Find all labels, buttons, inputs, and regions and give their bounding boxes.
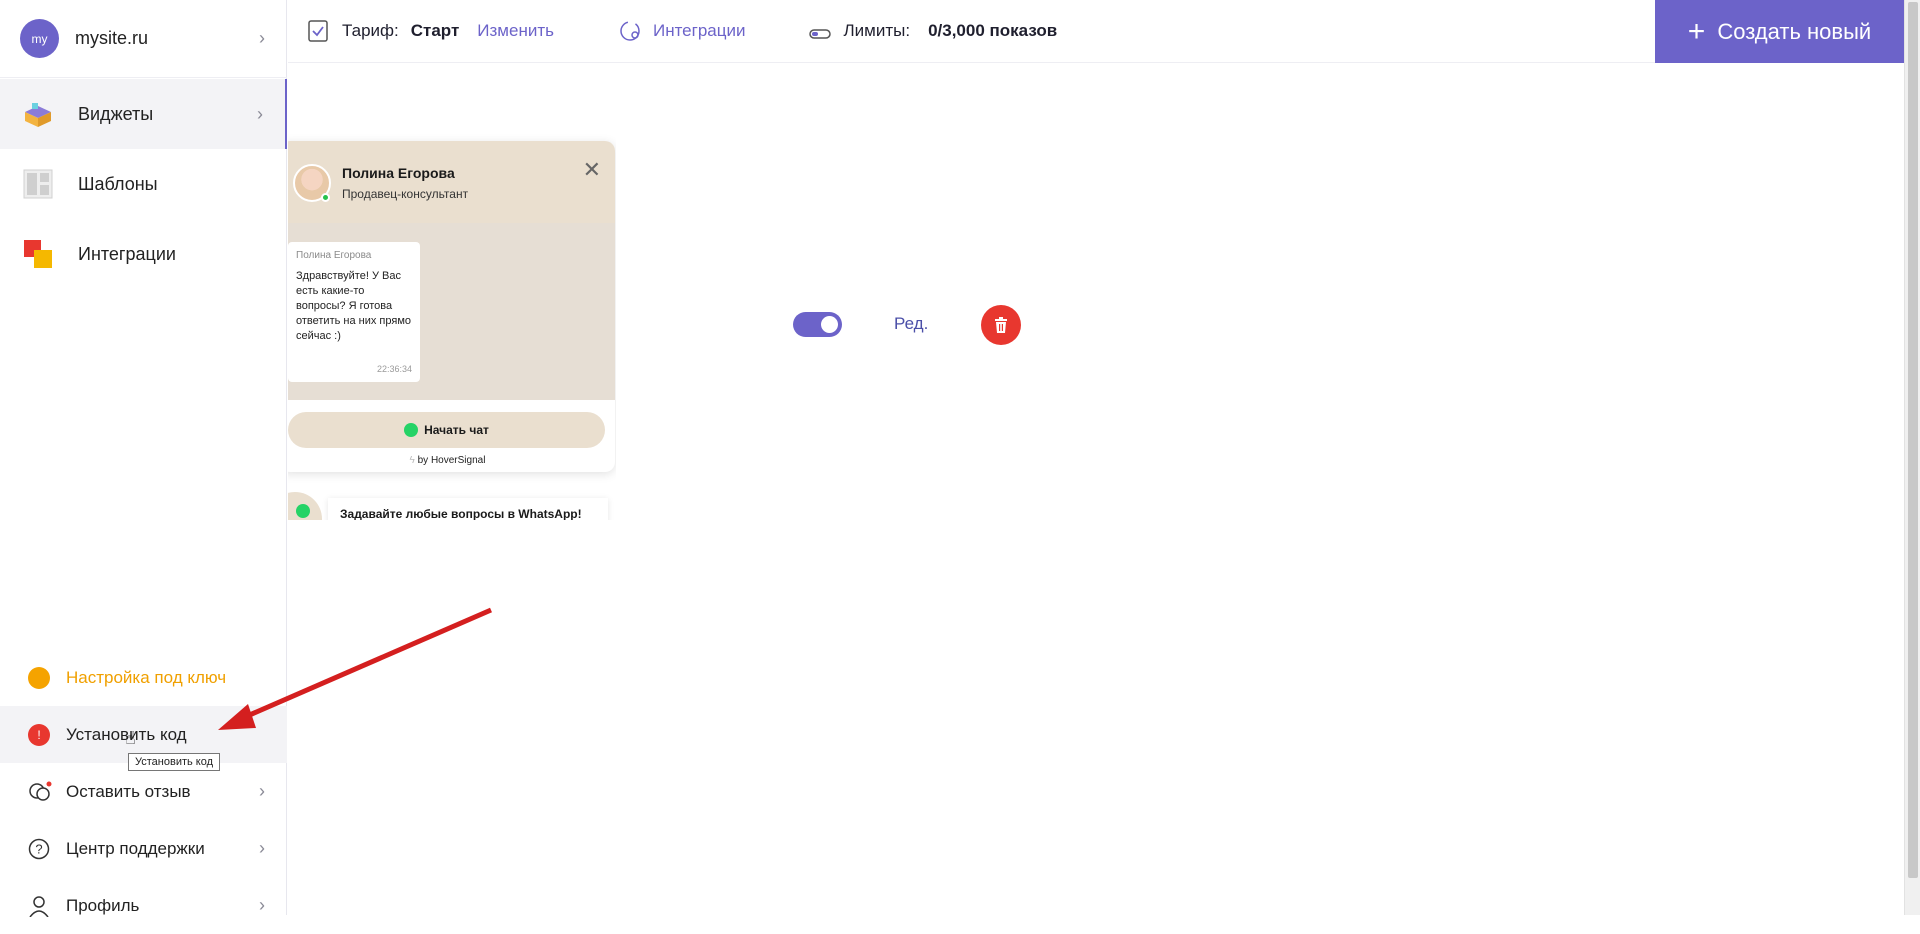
sidebar-item-label: Виджеты — [78, 103, 154, 124]
tariff-value: Старт — [410, 21, 460, 40]
limits-icon — [809, 25, 832, 39]
svg-text:?: ? — [35, 841, 42, 856]
user-icon — [28, 895, 50, 917]
chevron-right-icon: › — [259, 28, 265, 48]
bolt-icon: ϟ — [409, 455, 415, 466]
tariff-label: Тариф: — [342, 21, 399, 40]
teaser-message: Задавайте любые вопросы в WhatsApp! — [328, 498, 608, 520]
templates-grid-icon — [22, 168, 54, 200]
sidebar-item-profile[interactable]: Профиль › — [0, 877, 287, 934]
create-new-button[interactable]: + Создать новый — [1655, 0, 1904, 63]
red-alert-icon: ! — [28, 723, 50, 746]
start-chat-label: Начать чат — [424, 423, 489, 437]
widgets-box-icon — [22, 98, 54, 130]
sidebar-item-leave-review[interactable]: Оставить отзыв › — [0, 763, 287, 820]
sidebar-item-support-center[interactable]: ? Центр поддержки › — [0, 820, 287, 877]
sidebar-item-turnkey-setup[interactable]: Настройка под ключ — [0, 649, 287, 706]
top-bar: Тариф: Старт Изменить Интеграции Лимиты:… — [288, 0, 1904, 63]
orange-dot-icon — [28, 666, 50, 689]
integrations-squares-icon — [22, 238, 54, 270]
limits-label: Лимиты: — [843, 21, 911, 40]
create-new-label: Создать новый — [1717, 18, 1872, 44]
whatsapp-icon — [404, 423, 419, 437]
start-chat-button[interactable]: Начать чат — [288, 412, 605, 448]
integrations-link-icon — [619, 20, 641, 42]
tariff-info: Тариф: Старт Изменить — [308, 20, 554, 42]
widget-header: Полина Егорова Продавец-консультант ✕ — [288, 141, 615, 223]
help-circle-icon: ? — [28, 838, 50, 860]
message-text: Здравствуйте! У Вас есть какие-то вопрос… — [296, 270, 412, 342]
chevron-right-icon: › — [259, 895, 265, 915]
whatsapp-icon — [296, 504, 310, 518]
chat-bubbles-icon — [28, 781, 52, 803]
sidebar-item-label: Шаблоны — [78, 173, 158, 194]
sidebar-item-label: Интеграции — [78, 243, 176, 264]
widget-preview: Полина Егорова Продавец-консультант ✕ По… — [288, 130, 616, 520]
integrations-top-link[interactable]: Интеграции — [619, 20, 746, 42]
sidebar-item-label: Оставить отзыв — [66, 781, 191, 801]
site-avatar: my — [20, 19, 59, 58]
tooltip: Установить код — [128, 753, 221, 771]
message-bubble: Полина Егорова Здравствуйте! У Вас есть … — [288, 242, 420, 382]
sidebar-item-widgets[interactable]: Виджеты › — [0, 79, 287, 149]
agent-role: Продавец-консультант — [342, 187, 469, 201]
plus-icon: + — [1687, 14, 1706, 48]
edit-widget-link[interactable]: Ред. — [894, 314, 928, 334]
scrollbar-thumb[interactable] — [1908, 2, 1918, 878]
change-tariff-link[interactable]: Изменить — [477, 21, 554, 41]
limits-info: Лимиты: 0/3,000 показов — [809, 21, 1057, 41]
hand-cursor-icon: ☝ — [125, 728, 136, 748]
trash-icon — [995, 317, 1007, 333]
chat-body: Полина Егорова Здравствуйте! У Вас есть … — [288, 223, 615, 400]
tariff-icon — [308, 20, 328, 42]
close-icon[interactable]: ✕ — [583, 157, 601, 183]
sidebar-item-integrations[interactable]: Интеграции — [0, 219, 287, 289]
integrations-top-label: Интеграции — [652, 21, 746, 40]
sidebar-item-templates[interactable]: Шаблоны — [0, 149, 287, 219]
sidebar-item-label: Настройка под ключ — [66, 667, 227, 687]
sidebar-item-label: Профиль — [66, 895, 140, 915]
agent-name: Полина Егорова — [342, 165, 455, 181]
vertical-scrollbar[interactable] — [1904, 0, 1920, 915]
site-name: mysite.ru — [75, 28, 149, 48]
site-selector[interactable]: my mysite.ru › — [0, 0, 287, 78]
delete-widget-button[interactable] — [981, 305, 1021, 345]
chevron-right-icon: › — [259, 838, 265, 858]
chevron-right-icon: › — [257, 103, 263, 124]
powered-by-label: by HoverSignal — [417, 455, 486, 466]
toggle-knob — [821, 316, 838, 333]
sidebar: my mysite.ru › Виджеты › Шаблоны Интегра… — [0, 0, 287, 917]
limits-value: 0/3,000 показов — [928, 21, 1058, 40]
sidebar-item-label: Центр поддержки — [66, 838, 205, 858]
widget-card: Полина Егорова Продавец-консультант ✕ По… — [288, 141, 615, 472]
powered-by[interactable]: ϟ by HoverSignal — [288, 455, 615, 466]
message-time: 22:36:34 — [376, 364, 412, 374]
online-status-icon — [321, 193, 330, 202]
chevron-right-icon: › — [259, 781, 265, 801]
widget-active-toggle[interactable] — [793, 312, 842, 337]
message-author: Полина Егорова — [296, 250, 372, 261]
